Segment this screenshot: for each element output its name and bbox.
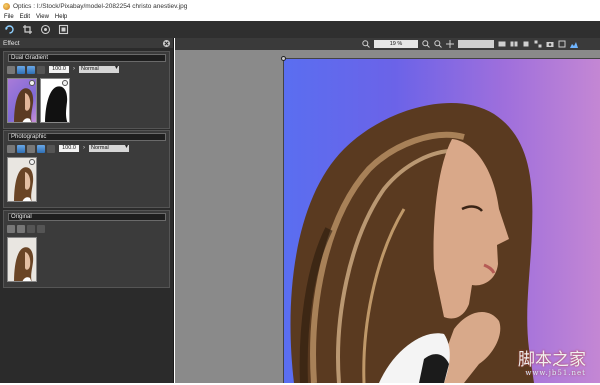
close-icon[interactable] — [163, 39, 170, 47]
brush-icon[interactable] — [37, 144, 45, 153]
remove-thumbnail-icon[interactable] — [29, 80, 35, 86]
watermark: 脚本之家 www.jb51.net — [518, 345, 586, 377]
effect-panel-title: Effect — [3, 39, 20, 47]
effect-panel: Effect Dual Gradient 100.0 › Normal ▾ Ph… — [0, 38, 174, 383]
opacity-stepper[interactable]: › — [71, 66, 77, 73]
photo-preview[interactable]: 脚本之家 www.jb51.net — [284, 59, 600, 383]
watermark-url: www.jb51.net — [525, 369, 586, 377]
zoom-out-icon[interactable] — [362, 40, 370, 48]
layer-name[interactable]: Original — [8, 213, 166, 221]
zoom-level-input[interactable]: 19 % — [374, 40, 418, 48]
brush-icon[interactable] — [37, 65, 45, 74]
layer-photographic[interactable]: Photographic 100.0 › Normal — [3, 130, 170, 208]
layer-name[interactable]: Dual Gradient — [8, 54, 166, 62]
main-toolbar — [0, 21, 600, 38]
crop-icon[interactable] — [22, 24, 33, 35]
mask-icon[interactable] — [27, 65, 35, 74]
remove-mask-icon[interactable] — [62, 80, 68, 86]
histogram-icon[interactable] — [570, 40, 578, 48]
camera-icon[interactable] — [546, 40, 554, 48]
compare-view-icon[interactable] — [40, 24, 51, 35]
layer-visibility-icon[interactable] — [17, 224, 25, 233]
menu-file[interactable]: File — [4, 14, 14, 20]
opacity-stepper[interactable]: › — [81, 145, 87, 152]
layer-original[interactable]: Original — [3, 210, 170, 288]
portrait-photo — [290, 102, 534, 383]
search-icon[interactable] — [434, 40, 442, 48]
portrait-image — [14, 247, 34, 281]
layer-settings-icon[interactable] — [7, 65, 15, 74]
layer-dual-gradient[interactable]: Dual Gradient 100.0 › Normal — [3, 51, 170, 129]
menu-bar: File Edit View Help — [0, 12, 600, 21]
move-icon[interactable] — [446, 40, 454, 48]
watermark-text: 脚本之家 — [518, 350, 586, 370]
menu-view[interactable]: View — [36, 14, 49, 20]
window-titlebar: Optics : I:/Stock/Pixabay/model-2082254 … — [0, 0, 600, 12]
hand-cursor-icon[interactable] — [27, 144, 35, 153]
menu-edit[interactable]: Edit — [20, 14, 30, 20]
fit-screen-icon[interactable] — [58, 24, 69, 35]
layer-name[interactable]: Photographic — [8, 133, 166, 141]
canvas-toolbar: 19 % — [175, 38, 600, 50]
fit-screen-icon[interactable] — [558, 40, 566, 48]
layer-controls: 100.0 › Normal — [7, 144, 129, 153]
grid-view-icon[interactable] — [534, 40, 542, 48]
window-title: Optics : I:/Stock/Pixabay/model-2082254 … — [13, 2, 188, 10]
eraser-icon[interactable] — [47, 144, 55, 153]
effect-panel-header: Effect — [0, 38, 173, 48]
layer-image-thumbnail[interactable] — [7, 78, 37, 123]
crop-handle[interactable] — [281, 56, 286, 61]
app-logo-icon — [3, 2, 10, 10]
remove-thumbnail-icon[interactable] — [29, 159, 35, 165]
layer-image-thumbnail[interactable] — [7, 157, 37, 202]
layer-settings-icon[interactable] — [7, 224, 15, 233]
view-mode-select[interactable] — [458, 40, 494, 48]
layer-visibility-icon[interactable] — [17, 65, 25, 74]
layer-mask-thumbnail[interactable] — [40, 78, 70, 123]
blend-mode-select[interactable]: Normal — [89, 144, 129, 152]
split-view-icon[interactable] — [498, 40, 506, 48]
layer-visibility-icon[interactable] — [17, 144, 25, 153]
layer-settings-icon[interactable] — [7, 144, 15, 153]
layer-controls — [7, 224, 45, 233]
single-view-icon[interactable] — [522, 40, 530, 48]
zoom-in-icon[interactable] — [422, 40, 430, 48]
opacity-input[interactable]: 100.0 — [59, 145, 79, 152]
blend-mode-select[interactable]: Normal — [79, 65, 119, 73]
layer-image-thumbnail[interactable] — [7, 237, 37, 282]
opacity-input[interactable]: 100.0 — [49, 66, 69, 73]
menu-help[interactable]: Help — [55, 14, 67, 20]
eraser-icon[interactable] — [37, 224, 45, 233]
layer-controls: 100.0 › Normal — [7, 65, 119, 74]
brush-icon[interactable] — [27, 224, 35, 233]
side-by-side-icon[interactable] — [510, 40, 518, 48]
refresh-icon[interactable] — [4, 24, 15, 35]
